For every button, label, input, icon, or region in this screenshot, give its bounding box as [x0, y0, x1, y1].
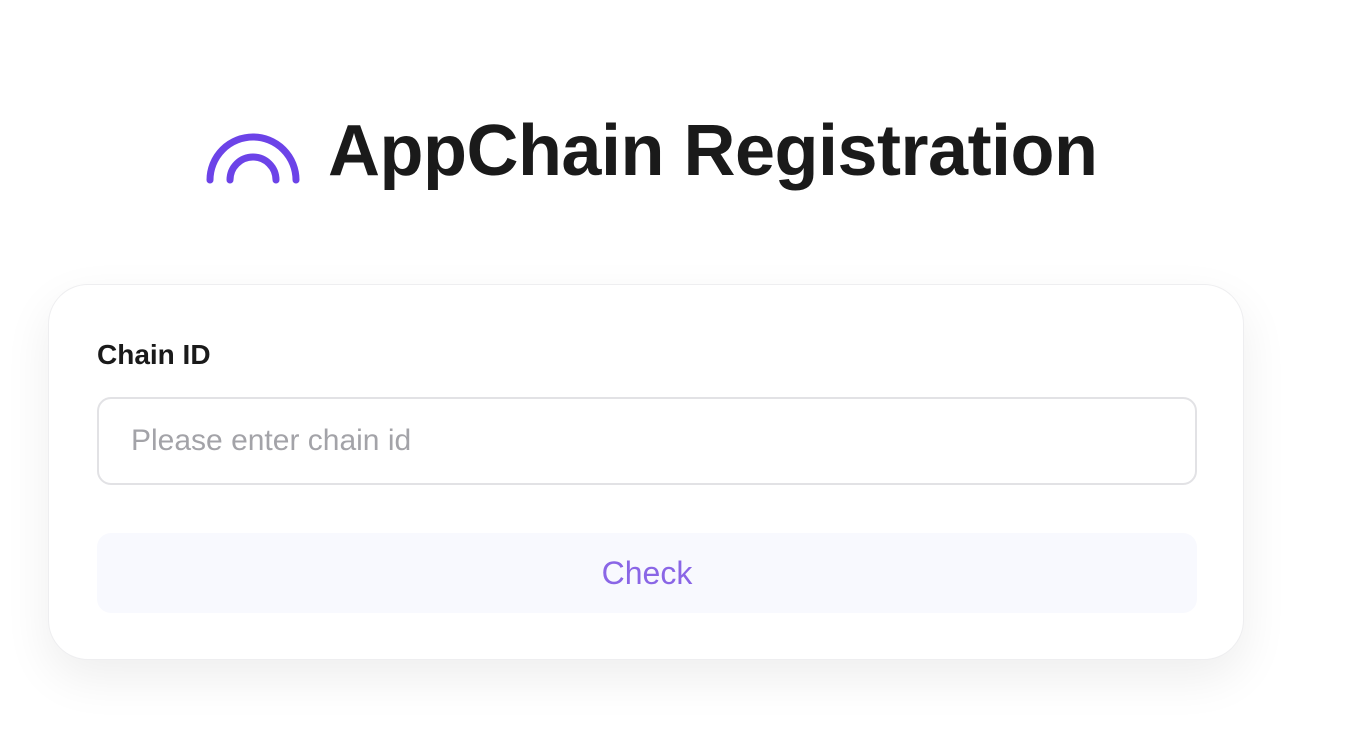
page-header: AppChain Registration	[204, 106, 1098, 196]
check-button[interactable]: Check	[97, 533, 1197, 613]
chain-id-label: Chain ID	[97, 339, 211, 370]
registration-card: Chain ID Check	[48, 284, 1244, 660]
rainbow-arc-icon	[204, 116, 302, 186]
registration-page: AppChain Registration Chain ID Check	[0, 0, 1370, 752]
chain-id-input[interactable]	[97, 397, 1197, 485]
page-title: AppChain Registration	[328, 111, 1098, 191]
